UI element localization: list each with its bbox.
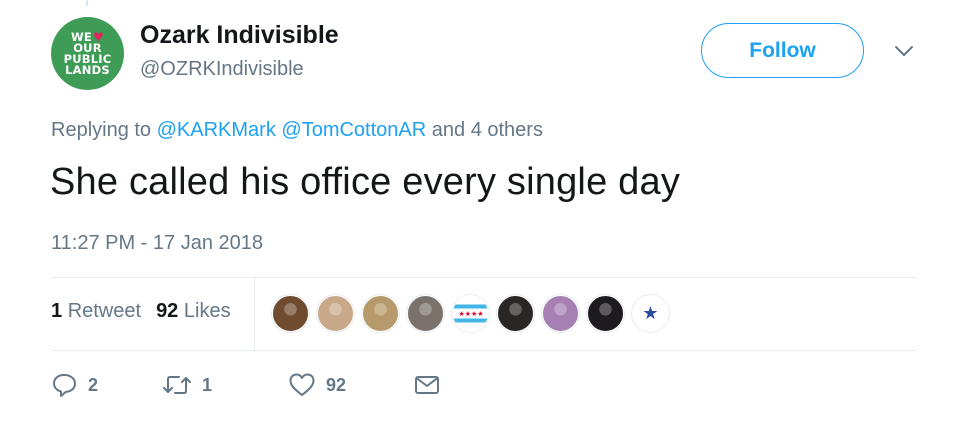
likes-stat-label: Likes bbox=[183, 300, 231, 322]
avatar-chicago-flag-icon[interactable]: ★ ★ ★ ★ bbox=[452, 295, 489, 332]
mention-link-kark[interactable]: @KARKMark bbox=[157, 119, 276, 141]
reply-button[interactable]: 2 bbox=[51, 372, 162, 398]
replying-to: Replying to @KARKMark @TomCottonAR and 4… bbox=[51, 119, 543, 142]
action-bar: 2 1 92 bbox=[51, 372, 440, 398]
retweet-stat[interactable]: 1 Retweet bbox=[51, 300, 141, 323]
retweet-count: 1 bbox=[202, 374, 213, 395]
retweet-stat-count: 1 bbox=[51, 300, 63, 322]
avatar-we-stand-icon[interactable] bbox=[542, 295, 579, 332]
avatar[interactable]: WE ♥ OUR PUBLIC LANDS bbox=[51, 17, 124, 90]
chevron-down-icon[interactable] bbox=[891, 41, 917, 61]
mention-link-tomcotton[interactable]: @TomCottonAR bbox=[281, 119, 426, 141]
avatar-sign-icon[interactable] bbox=[362, 295, 399, 332]
author-name[interactable]: Ozark Indivisible bbox=[140, 21, 339, 50]
likes-stat[interactable]: 92 Likes bbox=[156, 300, 231, 323]
tweet-timestamp[interactable]: 11:27 PM - 17 Jan 2018 bbox=[51, 232, 263, 255]
avatar-star-icon[interactable]: ★ bbox=[632, 295, 669, 332]
avatar-dog-icon[interactable] bbox=[272, 295, 309, 332]
heart-icon bbox=[288, 372, 316, 398]
avatar-person-icon[interactable] bbox=[587, 295, 624, 332]
stats-divider bbox=[254, 278, 255, 350]
envelope-icon bbox=[414, 374, 440, 396]
replying-prefix: Replying to bbox=[51, 119, 152, 141]
author-handle[interactable]: @OZRKIndivisible bbox=[140, 58, 304, 81]
tweet-stats: 1 Retweet 92 Likes bbox=[51, 300, 231, 323]
thread-line bbox=[86, 0, 88, 6]
star-icon: ★ bbox=[642, 303, 659, 323]
retweet-icon bbox=[162, 373, 192, 397]
reply-count: 2 bbox=[88, 374, 99, 395]
star-icon: ★ ★ ★ ★ bbox=[458, 311, 484, 318]
replying-others[interactable]: and 4 others bbox=[432, 119, 543, 141]
tweet-card: WE ♥ OUR PUBLIC LANDS Ozark Indivisible … bbox=[0, 0, 980, 435]
reply-icon bbox=[51, 372, 78, 398]
like-button[interactable]: 92 bbox=[288, 372, 414, 398]
divider bbox=[51, 277, 917, 278]
avatar-text-lands: LANDS bbox=[65, 62, 110, 77]
avatar-building-icon[interactable] bbox=[407, 295, 444, 332]
likes-stat-count: 92 bbox=[156, 300, 179, 322]
like-count: 92 bbox=[326, 374, 347, 395]
follow-button[interactable]: Follow bbox=[701, 23, 864, 78]
retweet-stat-label: Retweet bbox=[67, 300, 142, 322]
avatar-woman-icon[interactable] bbox=[317, 295, 354, 332]
retweet-button[interactable]: 1 bbox=[162, 373, 288, 397]
liker-avatars: ★ ★ ★ ★ ★ bbox=[272, 295, 669, 332]
direct-message-button[interactable] bbox=[414, 374, 440, 396]
avatar-dark-icon[interactable] bbox=[497, 295, 534, 332]
tweet-text: She called his office every single day bbox=[50, 161, 681, 203]
divider bbox=[51, 350, 917, 351]
